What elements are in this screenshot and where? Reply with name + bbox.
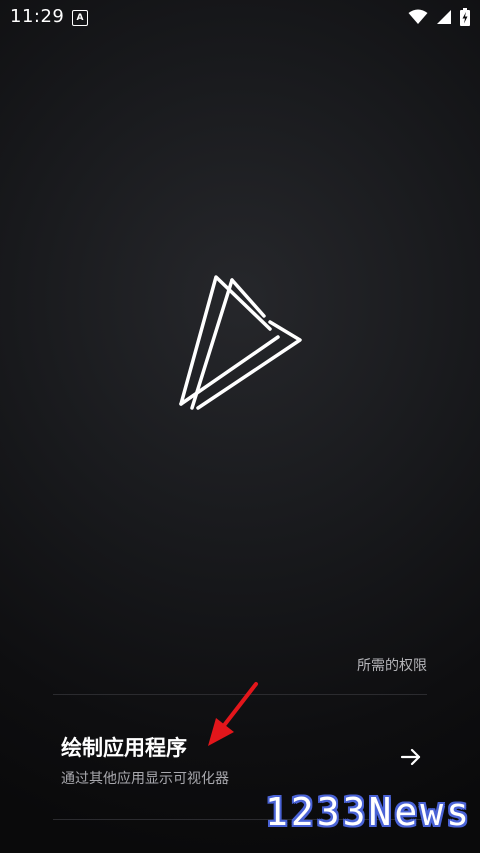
screen: 11:29 A 所需的权限 绘制应用程序 通过其他应用显示可视化器 1233Ne… [0,0,480,853]
status-bar: 11:29 A [0,0,480,34]
red-arrow-annotation [208,682,258,746]
wifi-icon [408,9,428,24]
permission-title: 绘制应用程序 [61,736,187,760]
double-triangle-play-logo [179,275,302,410]
arrow-right-icon[interactable] [400,746,422,768]
notification-a-icon: A [72,10,88,26]
watermark-logo: 1233News [264,790,472,834]
cellular-signal-icon [437,10,451,24]
status-icons [408,8,470,26]
status-time: 11:29 [10,6,65,27]
battery-charging-icon [460,8,470,26]
permissions-header: 所需的权限 [357,658,427,674]
permission-description: 通过其他应用显示可视化器 [61,771,229,787]
